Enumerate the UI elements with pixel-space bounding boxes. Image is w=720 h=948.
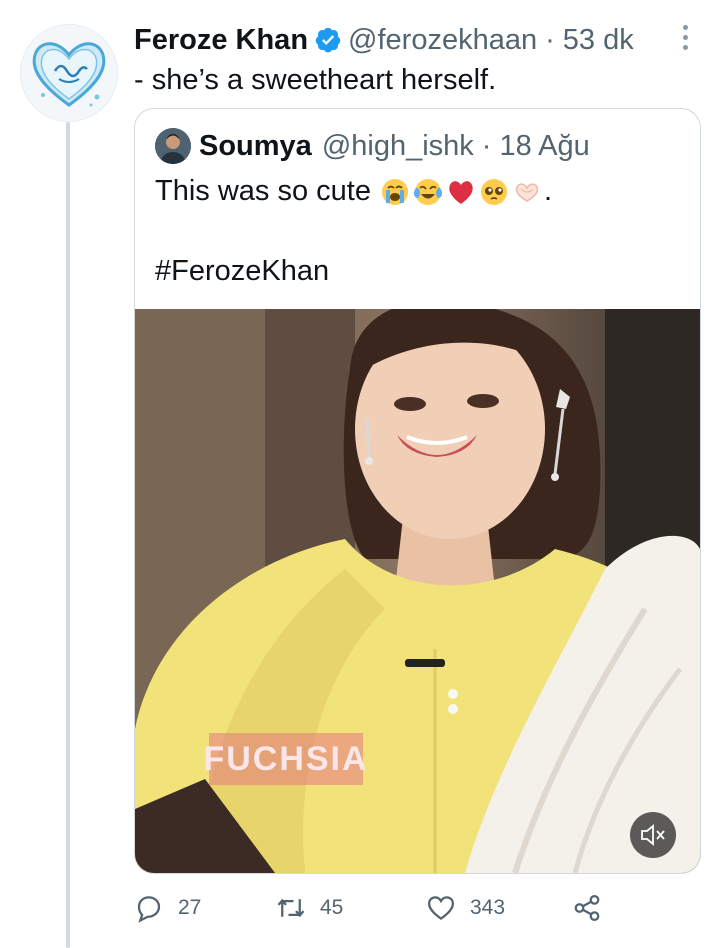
author-avatar[interactable] — [20, 24, 118, 122]
tweet-time[interactable]: 53 dk — [563, 24, 634, 57]
more-options-icon[interactable] — [676, 22, 694, 54]
tweet-header: Feroze Khan @ferozekhaan · 53 dk — [134, 22, 634, 58]
reply-button[interactable]: 27 — [134, 888, 201, 928]
quoted-tweet-time: 18 Ağu — [499, 129, 590, 162]
video-frame-image — [135, 309, 700, 873]
verified-badge-icon — [315, 27, 341, 53]
heart-calligraphy-avatar-image — [21, 25, 117, 121]
quoted-author-avatar — [155, 128, 191, 164]
quoted-text-period: . — [543, 175, 553, 207]
author-name[interactable]: Feroze Khan — [134, 24, 308, 57]
tweet-actions-bar: 27 45 343 — [134, 888, 614, 928]
quoted-tweet-card[interactable]: Soumya @high_ishk · 18 Ağu This was so c… — [134, 108, 701, 874]
red-heart-icon — [449, 180, 473, 204]
mute-toggle-button[interactable] — [630, 812, 676, 858]
reply-count: 27 — [178, 896, 202, 919]
quoted-text-body: This was so cute — [155, 175, 371, 207]
share-icon — [574, 895, 600, 921]
speaker-muted-icon — [641, 824, 665, 846]
share-button[interactable] — [572, 888, 616, 928]
video-player[interactable]: FUCHSIA — [135, 309, 700, 873]
like-button[interactable]: 343 — [426, 888, 505, 928]
pleading-face-icon — [480, 178, 507, 205]
like-count: 343 — [470, 896, 506, 919]
retweet-icon — [277, 898, 305, 918]
loudly-crying-face-icon — [381, 178, 408, 205]
reply-icon — [137, 896, 161, 923]
face-with-tears-of-joy-icon — [413, 178, 442, 205]
quoted-tweet-header: Soumya @high_ishk · 18 Ağu — [155, 127, 590, 165]
retweet-count: 45 — [320, 896, 344, 919]
person-avatar-image — [155, 128, 191, 164]
quoted-tweet-text: This was so cute . — [155, 175, 552, 208]
separator-dot: · — [545, 23, 555, 56]
heart-icon — [427, 896, 455, 921]
heart-hands-icon — [515, 182, 539, 202]
quoted-author-name: Soumya — [199, 129, 312, 162]
video-watermark: FUCHSIA — [203, 733, 367, 785]
quoted-separator-dot: · — [481, 129, 492, 162]
tweet-text: - she’s a sweetheart herself. — [134, 64, 497, 96]
thread-line — [66, 122, 70, 948]
retweet-button[interactable]: 45 — [276, 888, 343, 928]
author-handle[interactable]: @ferozekhaan — [348, 24, 537, 57]
hashtag-link[interactable]: #FerozeKhan — [155, 255, 329, 288]
quoted-author-handle: @high_ishk — [321, 129, 474, 162]
